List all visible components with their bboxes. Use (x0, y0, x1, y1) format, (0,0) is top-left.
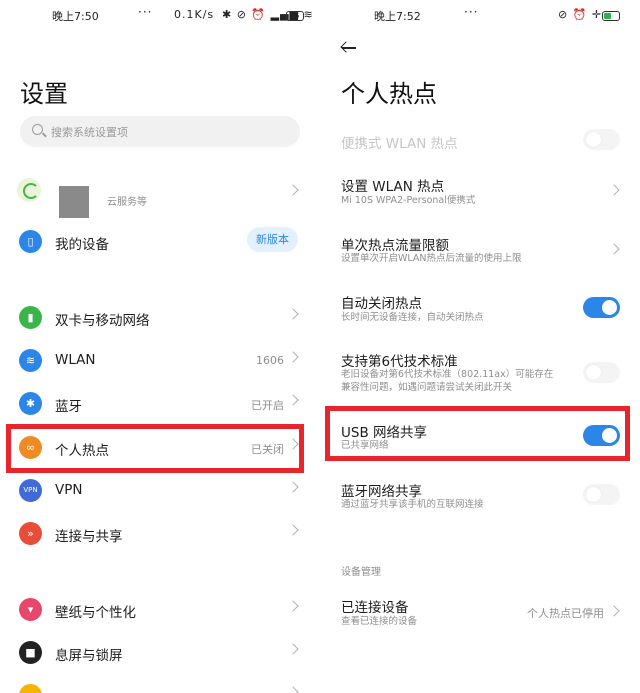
wifi6-subtitle: 老旧设备对第6代技术标准（802.11ax）可能存在兼容性问题，如遇问题请尝试关… (341, 369, 554, 393)
account-avatar-icon (17, 178, 41, 202)
wlan-setup-subtitle: Mi 10S WPA2-Personal便携式 (341, 195, 476, 206)
sidebar-item-vpn[interactable]: VPN VPN (0, 471, 320, 511)
connection-label: 连接与共享 (55, 529, 123, 545)
vpn-label: VPN (55, 482, 83, 498)
page-title: 个人热点 (341, 80, 437, 108)
search-input[interactable]: 搜索系统设置项 (20, 116, 300, 147)
connected-devices-row[interactable]: 已连接设备 查看已连接的设备 个人热点已停用 (322, 593, 640, 633)
wlan-label: WLAN (55, 352, 96, 368)
bt-share-title: 蓝牙网络共享 (341, 484, 422, 500)
chevron-right-icon (287, 686, 299, 693)
bluetooth-icon: ✱ (19, 392, 42, 415)
page-title: 设置 (20, 80, 68, 108)
account-row[interactable]: 云服务等 (0, 170, 320, 226)
wifi6-title: 支持第6代技术标准 (341, 354, 458, 370)
wallpaper-icon: ▾ (19, 598, 42, 621)
battery-icon (602, 11, 620, 21)
sidebar-item-connection[interactable]: » 连接与共享 (0, 514, 320, 554)
portable-hotspot-title: 便携式 WLAN 热点 (341, 136, 458, 152)
account-subtitle: 云服务等 (107, 197, 147, 208)
lock-icon: ■ (19, 641, 42, 664)
status-bar: 晚上7:52 ··· ⊘ ⏰ ✛ (322, 5, 640, 26)
wifi-icon: ≋ (19, 349, 42, 372)
bluetooth-label: 蓝牙 (55, 399, 82, 415)
status-time: 晚上7:50 (52, 10, 99, 23)
data-limit-subtitle: 设置单次开启WLAN热点后流量的使用上限 (341, 253, 522, 264)
sidebar-item-wlan[interactable]: ≋ WLAN 1606 (0, 341, 320, 381)
chevron-right-icon (287, 308, 299, 320)
portable-hotspot-row[interactable]: 便携式 WLAN 热点 (322, 128, 640, 154)
settings-pane: 晚上7:50 ··· 0.1K/s ✱ ⊘ ⏰ ▂▄▆ ≋ 55 设置 搜索系统… (0, 0, 320, 693)
auto-off-row[interactable]: 自动关闭热点 长时间无设备连接，自动关闭热点 (322, 289, 640, 329)
chevron-right-icon (287, 524, 299, 536)
sidebar-item-my-device[interactable]: ▯ 我的设备 新版本 (0, 222, 320, 262)
bt-share-toggle[interactable] (583, 484, 620, 505)
sidebar-item-bluetooth[interactable]: ✱ 蓝牙 已开启 (0, 384, 320, 424)
status-notification-dots: ··· (138, 5, 153, 19)
sidebar-item-partial[interactable] (0, 676, 320, 693)
wifi6-row[interactable]: 支持第6代技术标准 老旧设备对第6代技术标准（802.11ax）可能存在兼容性问… (322, 347, 640, 397)
wlan-value: 1606 (256, 354, 284, 367)
search-icon (32, 124, 43, 135)
chevron-right-icon (287, 351, 299, 363)
bt-share-row[interactable]: 蓝牙网络共享 通过蓝牙共享该手机的互联网连接 (322, 477, 640, 517)
auto-off-toggle[interactable] (583, 297, 620, 318)
wallpaper-label: 壁纸与个性化 (55, 605, 136, 621)
chevron-right-icon (608, 243, 620, 255)
connected-devices-subtitle: 查看已连接的设备 (341, 616, 418, 627)
hotspot-pane: 晚上7:52 ··· ⊘ ⏰ ✛ 个人热点 便携式 WLAN 热点 设置 WLA… (322, 0, 640, 693)
sim-label: 双卡与移动网络 (55, 313, 150, 329)
highlight-box (6, 424, 304, 473)
chevron-right-icon (287, 643, 299, 655)
chevron-right-icon (608, 605, 620, 617)
battery-icon: 55 (286, 11, 304, 21)
search-placeholder: 搜索系统设置项 (51, 126, 128, 139)
data-limit-title: 单次热点流量限额 (341, 238, 449, 254)
bluetooth-value: 已开启 (251, 399, 284, 412)
device-icon: ▯ (19, 230, 42, 253)
status-net-speed: 0.1K/s (174, 8, 215, 21)
chevron-right-icon (287, 600, 299, 612)
auto-off-title: 自动关闭热点 (341, 296, 422, 312)
avatar (59, 186, 89, 218)
sidebar-item-wallpaper[interactable]: ▾ 壁纸与个性化 (0, 590, 320, 630)
bt-share-subtitle: 通过蓝牙共享该手机的互联网连接 (341, 499, 484, 510)
sidebar-item-sim[interactable]: ▮ 双卡与移动网络 (0, 298, 320, 338)
chevron-right-icon (287, 394, 299, 406)
data-limit-row[interactable]: 单次热点流量限额 设置单次开启WLAN热点后流量的使用上限 (322, 231, 640, 271)
sidebar-item-lockscreen[interactable]: ■ 息屏与锁屏 (0, 633, 320, 673)
highlight-box (325, 406, 630, 461)
vpn-icon: VPN (19, 479, 42, 502)
status-system-icons: ⊘ ⏰ ✛ (558, 8, 603, 21)
sim-card-icon: ▮ (19, 306, 42, 329)
chevron-right-icon (287, 481, 299, 493)
display-icon (19, 684, 42, 693)
status-bar: 晚上7:50 ··· 0.1K/s ✱ ⊘ ⏰ ▂▄▆ ≋ 55 (0, 5, 320, 26)
wifi6-toggle[interactable] (583, 362, 620, 383)
lockscreen-label: 息屏与锁屏 (55, 648, 123, 664)
section-header: 设备管理 (341, 567, 381, 578)
portable-hotspot-toggle[interactable] (583, 129, 620, 150)
chevron-right-icon (608, 184, 620, 196)
back-button[interactable] (340, 40, 360, 56)
status-notification-dots: ··· (464, 5, 479, 19)
my-device-label: 我的设备 (55, 237, 109, 253)
chevron-right-icon (287, 184, 299, 196)
connected-devices-value: 个人热点已停用 (527, 607, 604, 620)
connection-icon: » (19, 522, 42, 545)
wlan-setup-title: 设置 WLAN 热点 (341, 179, 445, 195)
status-time: 晚上7:52 (374, 10, 421, 23)
new-version-badge[interactable]: 新版本 (247, 227, 298, 252)
auto-off-subtitle: 长时间无设备连接，自动关闭热点 (341, 312, 484, 323)
connected-devices-title: 已连接设备 (341, 600, 409, 616)
wlan-setup-row[interactable]: 设置 WLAN 热点 Mi 10S WPA2-Personal便携式 (322, 172, 640, 212)
